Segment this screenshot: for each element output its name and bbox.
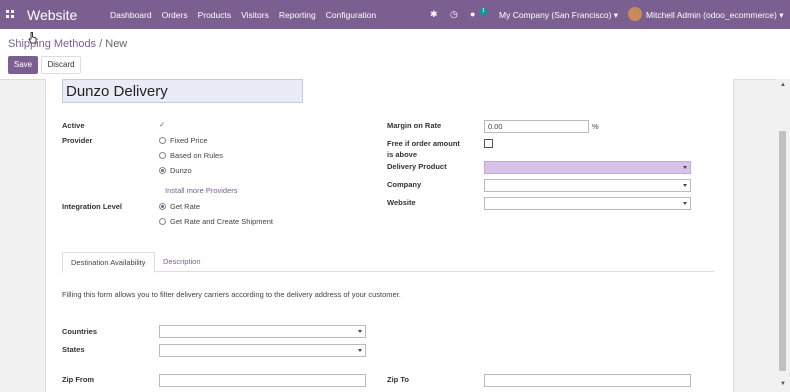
main-menu: Dashboard Orders Products Visitors Repor… xyxy=(110,10,386,20)
integration-create-shipment-radio[interactable] xyxy=(159,218,166,225)
breadcrumb-parent[interactable]: Shipping Methods xyxy=(8,38,96,50)
states-label: States xyxy=(62,345,85,354)
provider-dunzo-radio[interactable] xyxy=(159,167,166,174)
dropdown-caret-icon xyxy=(683,202,687,205)
user-name: Mitchell Admin (odoo_ecommerce) xyxy=(646,10,777,20)
dropdown-caret-icon xyxy=(358,330,362,333)
provider-label: Provider xyxy=(62,136,93,145)
zip-from-input[interactable] xyxy=(159,374,366,387)
menu-dashboard[interactable]: Dashboard xyxy=(110,10,152,20)
provider-rules-radio[interactable] xyxy=(159,152,166,159)
countries-label: Countries xyxy=(62,327,98,336)
dropdown-caret-icon xyxy=(358,349,362,352)
company-select[interactable] xyxy=(484,179,691,192)
zip-from-label: Zip From xyxy=(62,375,95,384)
company-label: Company xyxy=(387,180,422,189)
chevron-down-icon: ▾ xyxy=(613,10,619,20)
activity-clock-icon[interactable]: ◷ xyxy=(450,9,458,20)
provider-fixed-radio[interactable] xyxy=(159,137,166,144)
active-checkbox[interactable]: ✓ xyxy=(159,120,165,129)
bug-icon[interactable]: ✱ xyxy=(430,9,438,20)
free-over-label-line1: Free if order amount xyxy=(387,139,460,148)
breadcrumb: Shipping Methods / New xyxy=(8,38,127,50)
scroll-down-icon[interactable]: ▼ xyxy=(780,381,786,387)
free-over-checkbox[interactable] xyxy=(484,139,493,148)
user-avatar[interactable] xyxy=(628,7,642,21)
discard-button[interactable]: Discard xyxy=(41,56,81,74)
scrollbar-thumb[interactable] xyxy=(779,131,786,371)
delivery-product-select[interactable] xyxy=(484,161,691,174)
countries-input[interactable] xyxy=(159,325,366,338)
company-name: My Company (San Francisco) xyxy=(499,10,612,20)
integration-get-rate-label[interactable]: Get Rate xyxy=(170,202,200,211)
provider-rules-label[interactable]: Based on Rules xyxy=(170,151,223,160)
website-select[interactable] xyxy=(484,197,691,210)
top-navbar: Website Dashboard Orders Products Visito… xyxy=(0,0,790,29)
dropdown-caret-icon xyxy=(683,166,687,169)
page-scrollbar[interactable]: ▲ ▼ xyxy=(776,79,790,392)
zip-to-input[interactable] xyxy=(484,374,691,387)
apps-menu-icon[interactable] xyxy=(6,10,14,18)
integration-get-rate-radio[interactable] xyxy=(159,203,166,210)
shipping-method-name-input[interactable]: Dunzo Delivery xyxy=(62,79,303,103)
menu-products[interactable]: Products xyxy=(198,10,232,20)
menu-orders[interactable]: Orders xyxy=(162,10,188,20)
breadcrumb-current: New xyxy=(105,38,128,50)
breadcrumb-separator: / xyxy=(99,38,103,50)
delivery-product-label: Delivery Product xyxy=(387,162,447,171)
destination-help-text: Filling this form allows you to filter d… xyxy=(62,290,401,299)
integration-level-label: Integration Level xyxy=(62,202,123,211)
provider-fixed-label[interactable]: Fixed Price xyxy=(170,136,208,145)
free-over-label-line2: is above xyxy=(387,150,418,159)
company-switcher[interactable]: My Company (San Francisco) ▾ xyxy=(499,10,618,21)
website-label: Website xyxy=(387,198,416,207)
tab-description[interactable]: Description xyxy=(155,252,209,271)
chevron-down-icon: ▾ xyxy=(779,10,784,20)
integration-create-shipment-label[interactable]: Get Rate and Create Shipment xyxy=(170,217,273,226)
tab-destination-availability[interactable]: Destination Availability xyxy=(62,252,155,273)
states-input[interactable] xyxy=(159,344,366,357)
active-label: Active xyxy=(62,121,85,130)
zip-to-label: Zip To xyxy=(387,375,409,384)
dropdown-caret-icon xyxy=(683,184,687,187)
margin-input[interactable]: 0.00 xyxy=(484,120,589,133)
menu-configuration[interactable]: Configuration xyxy=(326,10,377,20)
install-providers-link[interactable]: Install more Providers xyxy=(165,186,238,195)
margin-label: Margin on Rate xyxy=(387,121,442,130)
user-menu[interactable]: Mitchell Admin (odoo_ecommerce) ▾ xyxy=(646,10,784,21)
provider-dunzo-label[interactable]: Dunzo xyxy=(170,166,192,175)
notebook-tabs: Destination Availability Description xyxy=(62,252,714,273)
menu-visitors[interactable]: Visitors xyxy=(241,10,269,20)
chat-icon[interactable]: ● xyxy=(470,9,475,19)
control-panel: Shipping Methods / New Save Discard xyxy=(0,29,790,80)
app-brand[interactable]: Website xyxy=(27,7,77,23)
scroll-up-icon[interactable]: ▲ xyxy=(780,82,786,88)
margin-unit: % xyxy=(592,122,599,131)
hand-cursor-icon xyxy=(28,32,37,44)
menu-reporting[interactable]: Reporting xyxy=(279,10,316,20)
save-button[interactable]: Save xyxy=(8,56,38,74)
chat-count-badge: 1 xyxy=(480,8,487,15)
